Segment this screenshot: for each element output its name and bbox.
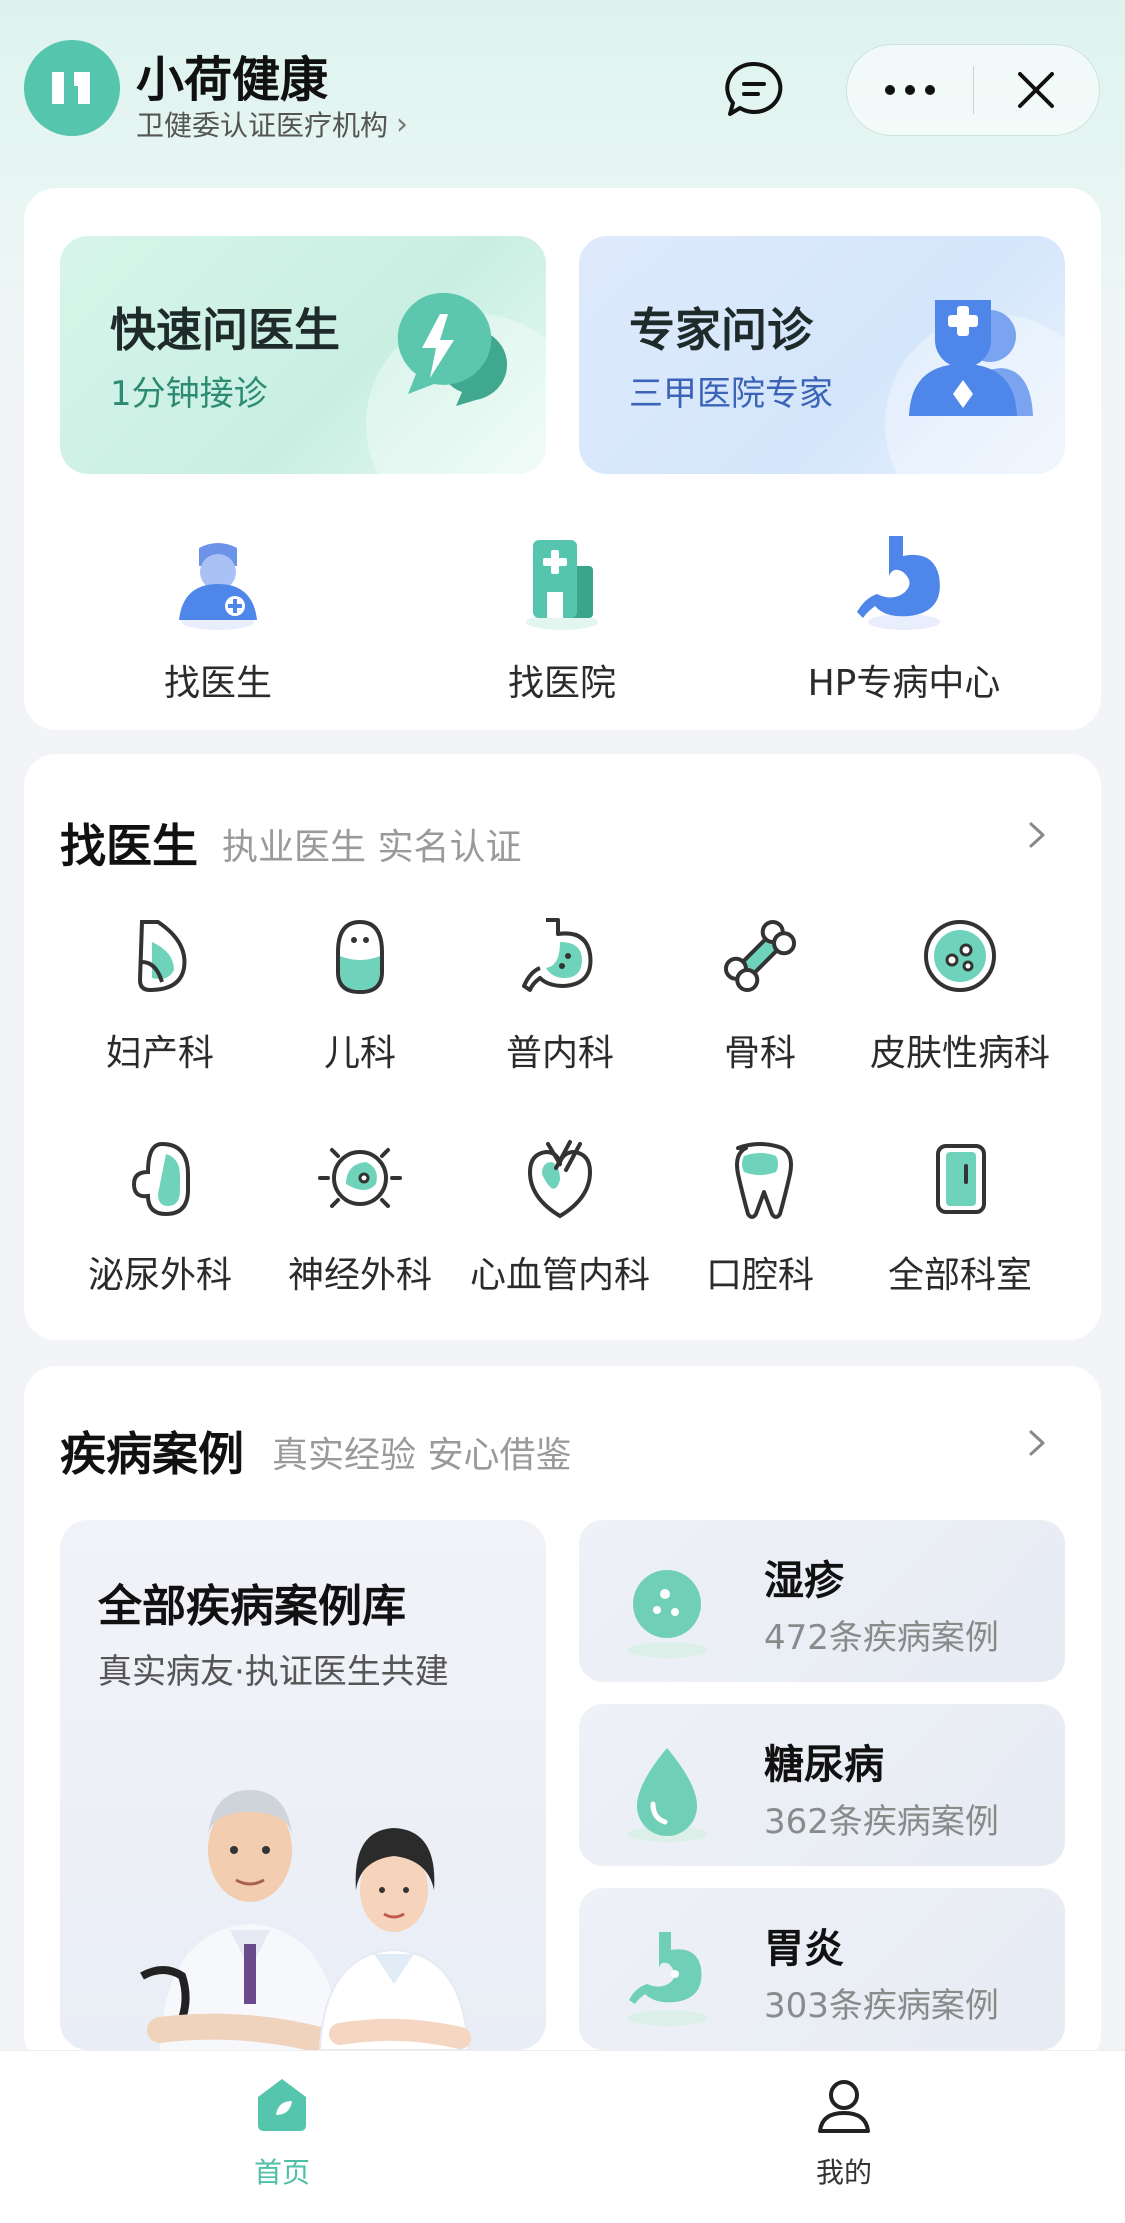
- stomach-icon: [857, 536, 940, 630]
- home-icon: [258, 2079, 306, 2131]
- dept-label: 心血管内科: [469, 1255, 650, 1296]
- cases-subtitle: 真实经验 安心借鉴: [272, 1435, 572, 1476]
- tooth-icon: [735, 1142, 793, 1219]
- quick-consult-subtitle: 1分钟接诊: [110, 374, 268, 414]
- case-count: 472条疾病案例: [764, 1618, 999, 1658]
- find-doctor-entry[interactable]: 找医生: [68, 526, 368, 706]
- case-item-gastritis[interactable]: 胃炎 303条疾病案例: [579, 1888, 1065, 2050]
- case-title: 胃炎: [764, 1926, 844, 1972]
- find-doctor-title: 找医生: [60, 819, 198, 873]
- dept-pediatrics[interactable]: 儿科: [260, 912, 460, 1076]
- hospital-icon: [526, 540, 598, 630]
- find-hospital-entry[interactable]: 找医院: [412, 526, 712, 706]
- obstetrics-icon: [137, 920, 187, 993]
- dept-cardiology[interactable]: 心血管内科: [460, 1134, 660, 1298]
- quick-consult-title: 快速问医生: [110, 303, 340, 357]
- quick-label: 找医生: [163, 663, 272, 704]
- dept-dental[interactable]: 口腔科: [660, 1134, 860, 1298]
- dept-label: 口腔科: [705, 1255, 814, 1296]
- quick-consult-card[interactable]: 快速问医生 1分钟接诊: [60, 236, 546, 474]
- message-button[interactable]: [722, 58, 786, 122]
- dept-label: 妇产科: [105, 1033, 214, 1074]
- certification-text: 卫健委认证医疗机构: [136, 109, 389, 142]
- case-title: 湿疹: [764, 1558, 844, 1604]
- chevron-right-icon[interactable]: [1021, 1428, 1051, 1458]
- hp-center-entry[interactable]: HP专病中心: [754, 526, 1054, 706]
- kidney-icon: [131, 1141, 190, 1217]
- more-dots-icon: [884, 85, 935, 95]
- case-library-card[interactable]: 全部疾病案例库 真实病友·执证医生共建: [60, 1520, 546, 2050]
- pediatrics-icon: [336, 919, 384, 995]
- dept-dermatology[interactable]: 皮肤性病科: [860, 912, 1060, 1076]
- expert-consult-subtitle: 三甲医院专家: [629, 374, 833, 414]
- dept-label: 普内科: [505, 1033, 614, 1074]
- certification-link[interactable]: 卫健委认证医疗机构 ›: [136, 104, 408, 144]
- case-library-title: 全部疾病案例库: [98, 1581, 406, 1632]
- tab-mine-label: 我的: [815, 2156, 872, 2189]
- dept-label: 皮肤性病科: [869, 1033, 1050, 1074]
- dept-urology[interactable]: 泌尿外科: [60, 1134, 260, 1298]
- stomach-icon: [627, 1932, 707, 2026]
- close-button[interactable]: [974, 45, 1100, 135]
- dept-internal[interactable]: 普内科: [460, 912, 660, 1076]
- app-title: 小荷健康: [136, 52, 329, 108]
- doctor-icon: [909, 300, 1033, 416]
- case-item-eczema[interactable]: 湿疹 472条疾病案例: [579, 1520, 1065, 1682]
- dept-label: 全部科室: [887, 1255, 1032, 1296]
- mini-program-capsule: [846, 44, 1100, 136]
- quick-label: 找医院: [507, 663, 616, 704]
- find-doctor-card: 找医生 执业医生 实名认证 妇产科 儿科 普内科 骨科 皮肤性病科 泌尿外科 神…: [24, 754, 1101, 1340]
- quick-label: HP专病中心: [807, 663, 1001, 704]
- more-button[interactable]: [847, 45, 973, 135]
- dermatology-icon: [924, 920, 996, 992]
- case-title: 糖尿病: [764, 1742, 884, 1788]
- doctors-illustration: [140, 1790, 471, 2050]
- disease-cases-card: 疾病案例 真实经验 安心借鉴 全部疾病案例库 真实病友·执证医生共建 湿疹 47…: [24, 1366, 1101, 2066]
- cases-title: 疾病案例: [60, 1427, 244, 1481]
- dept-obstetrics[interactable]: 妇产科: [60, 912, 260, 1076]
- tab-home-label: 首页: [253, 2156, 310, 2189]
- expert-consult-title: 专家问诊: [629, 303, 813, 357]
- chat-bubble-icon: [725, 61, 783, 116]
- bottom-tab-bar: 首页 我的: [0, 2050, 1125, 2223]
- all-departments-icon: [936, 1144, 986, 1214]
- user-profile-icon: [818, 2080, 870, 2133]
- chevron-right-icon[interactable]: [1021, 820, 1051, 850]
- internal-medicine-icon: [522, 918, 593, 992]
- tab-mine[interactable]: 我的: [744, 2073, 944, 2191]
- case-item-diabetes[interactable]: 糖尿病 362条疾病案例: [579, 1704, 1065, 1866]
- header: 小荷健康 卫健委认证医疗机构 ›: [0, 0, 1125, 180]
- dept-label: 骨科: [723, 1033, 796, 1074]
- tab-home[interactable]: 首页: [182, 2073, 382, 2191]
- case-count: 362条疾病案例: [764, 1802, 999, 1842]
- dept-orthopedics[interactable]: 骨科: [660, 912, 860, 1076]
- find-doctor-subtitle: 执业医生 实名认证: [222, 827, 522, 868]
- case-count: 303条疾病案例: [764, 1986, 999, 2026]
- dept-label: 儿科: [323, 1033, 396, 1074]
- heart-icon: [527, 1140, 593, 1219]
- doctor-avatar-icon: [179, 543, 257, 630]
- dept-neurosurgery[interactable]: 神经外科: [260, 1134, 460, 1298]
- dept-label: 泌尿外科: [87, 1255, 232, 1296]
- services-card: 快速问医生 1分钟接诊 专家问诊 三甲医院专家 找医生 找医院 HP专病中心: [24, 188, 1101, 730]
- blood-drop-icon: [627, 1748, 707, 1842]
- bone-icon: [723, 919, 797, 993]
- close-icon: [1018, 72, 1055, 108]
- case-library-subtitle: 真实病友·执证医生共建: [98, 1652, 449, 1692]
- chevron-right-icon: ›: [396, 106, 409, 142]
- brain-icon: [318, 1148, 402, 1208]
- dept-label: 神经外科: [287, 1255, 432, 1296]
- expert-consult-card[interactable]: 专家问诊 三甲医院专家: [579, 236, 1065, 474]
- lightning-chat-icon: [397, 292, 508, 406]
- skin-dots-icon: [627, 1570, 707, 1658]
- app-logo: [24, 40, 120, 136]
- dept-all[interactable]: 全部科室: [860, 1134, 1060, 1298]
